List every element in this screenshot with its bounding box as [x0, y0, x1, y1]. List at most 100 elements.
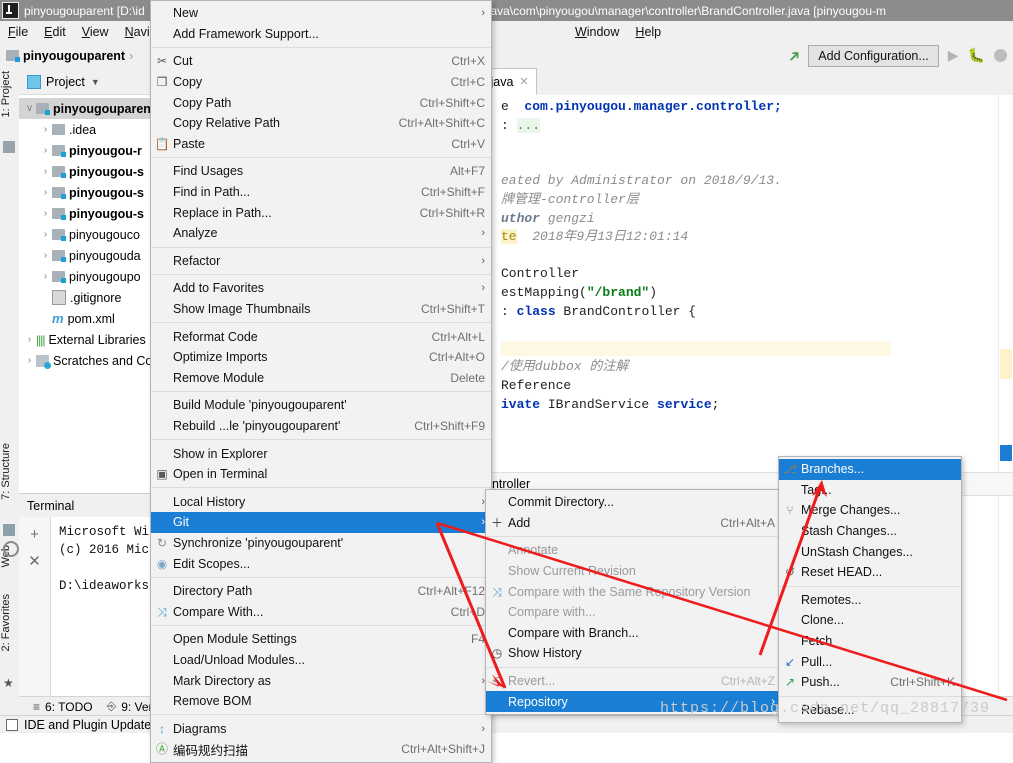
menu-edit[interactable]: Edit — [36, 23, 74, 41]
scratches-icon — [36, 354, 51, 369]
context-menu-item[interactable]: 📋 Paste Ctrl+V — [151, 134, 491, 155]
tree-expand-arrow[interactable]: › — [39, 229, 52, 240]
context-menu-item[interactable]: Build Module 'pinyougouparent' — [151, 395, 491, 416]
idea-logo-icon — [2, 2, 19, 19]
context-menu-item[interactable]: New › — [151, 3, 491, 24]
menu-item-label: Load/Unload Modules... — [173, 652, 306, 667]
tool-window-structure[interactable]: 7: Structure — [0, 443, 19, 500]
tree-expand-arrow[interactable]: › — [39, 187, 52, 198]
git-menu-item[interactable]: Compare with Branch... — [486, 623, 781, 644]
git-menu-item[interactable]: ↶ Revert... Ctrl+Alt+Z — [486, 671, 781, 692]
git-menu-item[interactable]: Commit Directory... — [486, 492, 781, 513]
terminal-close-button[interactable]: ✕ — [19, 552, 50, 570]
folder-icon — [52, 124, 65, 135]
repository-menu-item[interactable]: ⎇ Branches... — [779, 459, 961, 480]
tool-window-project[interactable]: 1: Project — [0, 71, 19, 117]
chevron-down-icon[interactable]: ▼ — [91, 77, 100, 87]
tree-expand-arrow[interactable]: ∨ — [23, 103, 36, 114]
tree-expand-arrow[interactable]: › — [39, 208, 52, 219]
repository-menu-item[interactable]: ↗ Push... Ctrl+Shift+K — [779, 672, 961, 693]
context-menu-item[interactable]: Refactor › — [151, 251, 491, 272]
context-menu-item[interactable]: Local History › — [151, 491, 491, 512]
context-menu-item[interactable]: Analyze › — [151, 223, 491, 244]
repository-menu-item[interactable]: UnStash Changes... — [779, 541, 961, 562]
editor-marker-ruler[interactable] — [998, 95, 1013, 696]
status-item-todo[interactable]: ≡ 6: TODO — [33, 700, 93, 714]
context-menu-item[interactable]: Load/Unload Modules... — [151, 650, 491, 671]
repository-submenu[interactable]: ⎇ Branches... Tag... ⑂ Merge Changes... Stash… — [778, 456, 962, 724]
debug-bug-icon[interactable]: 🐛 — [968, 47, 985, 64]
context-menu-item[interactable]: Directory Path Ctrl+Alt+F12 — [151, 581, 491, 602]
menu-separator — [151, 274, 491, 276]
tree-expand-arrow[interactable]: › — [39, 271, 52, 282]
git-menu-item[interactable]: Show Current Revision — [486, 561, 781, 582]
context-menu-item[interactable]: Remove BOM — [151, 691, 491, 712]
repository-menu-item[interactable]: Tag... — [779, 480, 961, 501]
context-menu-item[interactable]: Git › — [151, 512, 491, 533]
tree-expand-arrow[interactable]: › — [39, 166, 52, 177]
repository-menu-item[interactable]: Remotes... — [779, 590, 961, 611]
context-menu-item[interactable]: Copy Path Ctrl+Shift+C — [151, 92, 491, 113]
git-menu-item[interactable]: Compare with... — [486, 602, 781, 623]
checkbox-icon[interactable] — [6, 718, 18, 731]
context-menu-item[interactable]: Mark Directory as › — [151, 670, 491, 691]
breadcrumb[interactable]: pinyougouparent › — [6, 49, 137, 63]
menu-help[interactable]: Help — [627, 23, 669, 41]
context-menu-item[interactable]: Open Module Settings F4 — [151, 629, 491, 650]
menu-item-accelerator: Ctrl+Alt+F12 — [417, 584, 485, 599]
build-hammer-icon[interactable]: ➔ — [783, 45, 805, 66]
menu-window[interactable]: Window — [567, 23, 627, 41]
git-submenu[interactable]: Commit Directory... ＋ Add Ctrl+Alt+A Annotat… — [485, 489, 782, 715]
tool-window-favorites[interactable]: 2: Favorites — [0, 594, 19, 651]
add-configuration-button[interactable]: Add Configuration... — [808, 44, 939, 67]
context-menu-item[interactable]: Find in Path... Ctrl+Shift+F — [151, 182, 491, 203]
terminal-add-button[interactable]: + — [19, 526, 50, 543]
git-menu-item[interactable]: Annotate — [486, 540, 781, 561]
context-menu-item[interactable]: Add to Favorites › — [151, 278, 491, 299]
run-arrow-icon[interactable]: ▶ — [948, 47, 959, 64]
menu-item-label: Copy Path — [173, 95, 232, 110]
context-menu-item[interactable]: ▣ Open in Terminal — [151, 464, 491, 485]
git-menu-item[interactable]: ◷ Show History — [486, 643, 781, 664]
context-menu-item[interactable]: ⤨ Compare With... Ctrl+D — [151, 601, 491, 622]
context-menu-item[interactable]: Find Usages Alt+F7 — [151, 161, 491, 182]
git-menu-item[interactable]: ⤨ Compare with the Same Repository Versio… — [486, 581, 781, 602]
repository-menu-item[interactable]: Stash Changes... — [779, 521, 961, 542]
menu-item-label: Show in Explorer — [173, 446, 268, 461]
status-item-version-control[interactable]: ⎆ 9: Ver — [107, 699, 153, 714]
git-menu-item[interactable]: ＋ Add Ctrl+Alt+A — [486, 513, 781, 534]
tree-expand-arrow[interactable]: › — [23, 355, 36, 366]
menu-item-label: Compare With... — [173, 604, 264, 619]
context-menu-item[interactable]: Optimize Imports Ctrl+Alt+O — [151, 347, 491, 368]
context-menu-item[interactable]: Ⓐ 编码规约扫描 Ctrl+Alt+Shift+J — [151, 739, 491, 760]
menu-item-label: Reformat Code — [173, 329, 258, 344]
repository-menu-item[interactable]: ↺ Reset HEAD... — [779, 562, 961, 583]
context-menu-item[interactable]: Show Image Thumbnails Ctrl+Shift+T — [151, 299, 491, 320]
stop-circle-icon[interactable] — [994, 49, 1007, 62]
repository-menu-item[interactable]: Fetch — [779, 631, 961, 652]
context-menu-item[interactable]: ◉ Edit Scopes... — [151, 553, 491, 574]
context-menu-item[interactable]: Replace in Path... Ctrl+Shift+R — [151, 202, 491, 223]
context-menu-item[interactable]: Reformat Code Ctrl+Alt+L — [151, 326, 491, 347]
context-menu-item[interactable]: ❐ Copy Ctrl+C — [151, 72, 491, 93]
menu-view[interactable]: View — [74, 23, 117, 41]
tree-expand-arrow[interactable]: › — [39, 124, 52, 135]
project-context-menu[interactable]: New › Add Framework Support... ✂ Cut Ctrl+X ❐ C… — [150, 0, 492, 763]
context-menu-item[interactable]: Show in Explorer — [151, 443, 491, 464]
context-menu-item[interactable]: Copy Relative Path Ctrl+Alt+Shift+C — [151, 113, 491, 134]
menu-file[interactable]: File — [0, 23, 36, 41]
context-menu-item[interactable]: ↻ Synchronize 'pinyougouparent' — [151, 533, 491, 554]
tree-expand-arrow[interactable]: › — [39, 145, 52, 156]
push-icon: ↗ — [784, 675, 796, 690]
close-icon[interactable]: ✕ — [519, 75, 528, 88]
context-menu-item[interactable]: Remove Module Delete — [151, 368, 491, 389]
context-menu-item[interactable]: ↕ Diagrams › — [151, 718, 491, 739]
context-menu-item[interactable]: Rebuild ...le 'pinyougouparent' Ctrl+Shif… — [151, 416, 491, 437]
repository-menu-item[interactable]: ⑂ Merge Changes... — [779, 500, 961, 521]
repository-menu-item[interactable]: ↙ Pull... — [779, 651, 961, 672]
context-menu-item[interactable]: Add Framework Support... — [151, 24, 491, 45]
tree-expand-arrow[interactable]: › — [39, 250, 52, 261]
context-menu-item[interactable]: ✂ Cut Ctrl+X — [151, 51, 491, 72]
tree-expand-arrow[interactable]: › — [23, 334, 36, 345]
repository-menu-item[interactable]: Clone... — [779, 610, 961, 631]
